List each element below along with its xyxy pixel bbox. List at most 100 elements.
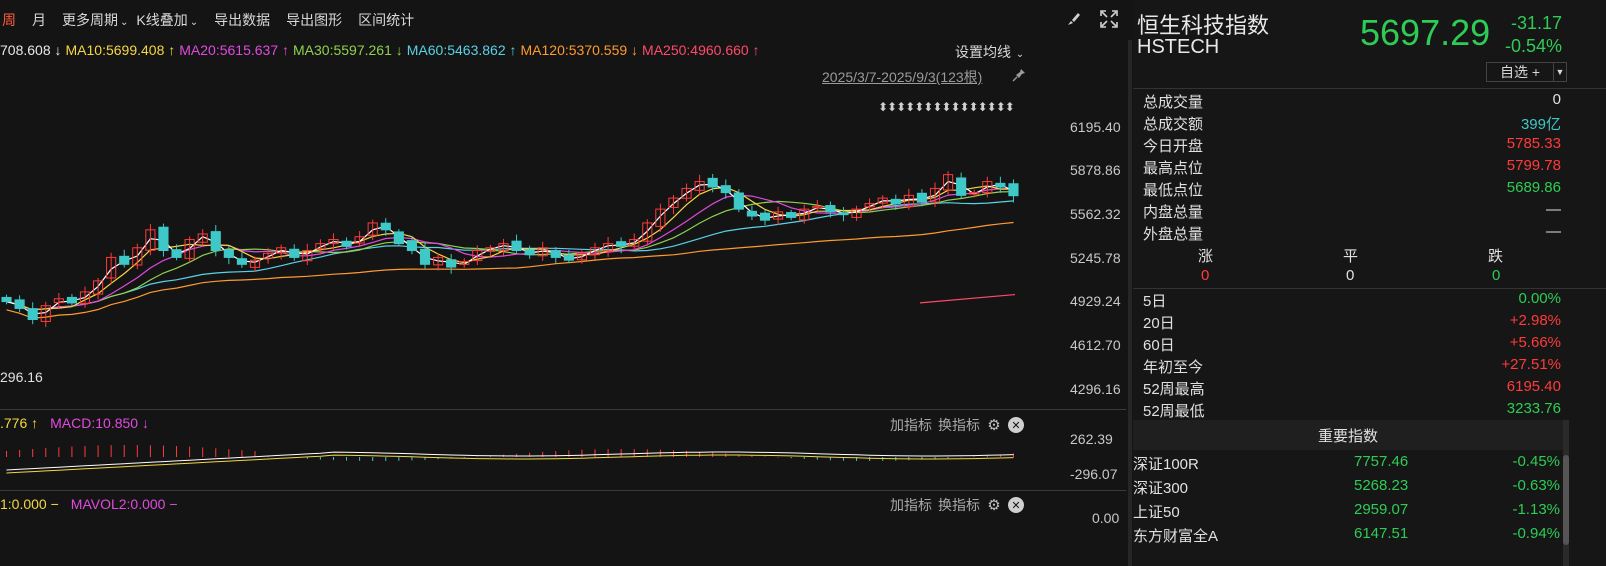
candle-body [707,177,718,188]
ma-legend-item: MA60:5463.862 ↑ [406,42,517,58]
period-week-tab[interactable]: 周 [0,10,24,30]
gear-icon[interactable]: ⚙ [986,497,1002,514]
export-data-button[interactable]: 导出数据 [206,10,278,30]
macd-chart[interactable] [0,440,1060,490]
chevron-down-icon: ⌄ [120,17,129,28]
stat-label: 总成交额 [1143,116,1204,133]
scrollbar-thumb[interactable] [1563,455,1569,545]
panel-splitter[interactable] [1128,40,1132,566]
important-index-pct: -1.13% [1512,501,1560,518]
candle-body [616,241,627,247]
candlestick-chart[interactable] [0,88,1060,408]
panel-divider [0,490,1126,491]
pin-icon[interactable] [1012,68,1026,85]
add-indicator-button[interactable]: 加指标 [890,415,932,435]
macd-legend: .776 ↑ MACD:10.850 ↓ [0,415,161,431]
y-axis-label: 6195.40 [1070,119,1121,135]
period-value: +2.98% [1509,312,1561,329]
candle-body [916,192,927,203]
important-index-row[interactable] [1133,477,1563,499]
fullscreen-icon[interactable] [1098,8,1120,30]
important-index-pct: -0.63% [1512,477,1560,494]
ma-legend-item: MA30:5597.261 ↓ [293,42,403,58]
candle-body [511,240,522,252]
important-index-row[interactable] [1133,501,1563,523]
add-indicator-button[interactable]: 加指标 [890,495,932,515]
important-index-header: 重要指数 [1133,420,1563,450]
stat-label: 总成交量 [1143,94,1204,111]
important-index-value: 2959.07 [1354,501,1409,518]
export-image-button[interactable]: 导出图形 [278,10,350,30]
stat-label: 内盘总量 [1143,204,1204,221]
stat-value: 5799.78 [1506,157,1561,174]
more-periods-label: 更多周期 [62,12,118,28]
candle-body [563,254,574,261]
candle-body [786,212,797,218]
candle-body [1008,183,1019,197]
candle-body [158,226,169,252]
chevron-down-icon: ⌄ [1013,49,1025,60]
important-index-name: 东方财富全A [1133,528,1219,545]
period-low-label: 296.16 [0,369,43,385]
candle-body [289,248,300,258]
candle-body [406,240,418,252]
period-label: 52周最低 [1143,403,1205,420]
candle-body [446,259,457,268]
candle-body [14,299,25,309]
candle-body [720,185,731,194]
ma-legend-item: 708.608 ↓ [0,42,62,58]
more-periods-menu[interactable]: 更多周期 ⌄ [54,10,136,30]
close-icon[interactable]: ✕ [1008,417,1024,433]
period-value: +27.51% [1501,356,1561,373]
range-stats-button[interactable]: 区间统计 [350,10,422,30]
period-value: +5.66% [1509,334,1561,351]
candle-body [341,240,352,247]
important-index-pct: -0.94% [1512,525,1560,542]
ma-legend: 708.608 ↓ MA10:5699.408 ↑ MA20:5615.637 ↑ M… [0,42,764,62]
index-code: HSTECH [1137,36,1220,58]
switch-indicator-button[interactable]: 换指标 [938,495,980,515]
ma-settings-menu[interactable]: 设置均线 ⌄ [955,42,1024,62]
divider [1133,288,1606,289]
y-axis-label: 4929.24 [1070,293,1121,309]
candle-body [825,205,836,213]
fall-count: 0 [1492,267,1501,284]
important-index-value: 5268.23 [1354,477,1409,494]
candle-body [746,210,757,217]
stat-label: 外盘总量 [1143,226,1204,243]
volume-tools: 加指标 换指标 ⚙ ✕ [890,495,1024,515]
period-value: 3233.76 [1506,400,1561,417]
candle-body [524,249,535,256]
ma-legend-item: MA250:4960.660 ↑ [642,42,760,58]
add-watchlist-button[interactable]: 自选 + [1486,62,1554,82]
brush-icon[interactable] [1062,8,1084,30]
ma250-line [919,293,1016,304]
chevron-down-icon[interactable]: ▼ [1553,62,1567,82]
close-icon[interactable]: ✕ [1008,497,1024,513]
period-label: 5日 [1143,293,1167,310]
ma120-line [6,221,1014,319]
volume-legend-item: 1:0.000 − [0,496,59,512]
important-index-name: 深证100R [1133,456,1199,473]
y-axis-label: 5245.78 [1070,250,1121,266]
date-range-label[interactable]: 2025/3/7-2025/9/3(123根) [822,67,982,87]
important-index-name: 深证300 [1133,480,1189,497]
macd-y-bottom: -296.07 [1070,466,1118,482]
important-index-value: 7757.46 [1354,453,1409,470]
panel-divider [0,409,1126,410]
index-price: 5697.29 [1360,12,1491,53]
kline-overlay-menu[interactable]: K线叠加 ⌄ [136,10,206,30]
candle-body [995,182,1006,188]
rise-count: 0 [1201,267,1210,284]
fall-label: 跌 [1488,248,1504,265]
switch-indicator-button[interactable]: 换指标 [938,415,980,435]
stat-label: 今日开盘 [1143,138,1204,155]
candle-body [550,250,561,258]
gear-icon[interactable]: ⚙ [986,417,1002,434]
period-month-tab[interactable]: 月 [24,10,54,30]
candle-body [956,177,967,196]
candle-body [1,296,12,303]
candle-body [223,249,234,258]
ma5-line [6,180,1014,315]
period-label: 年初至今 [1143,359,1204,376]
